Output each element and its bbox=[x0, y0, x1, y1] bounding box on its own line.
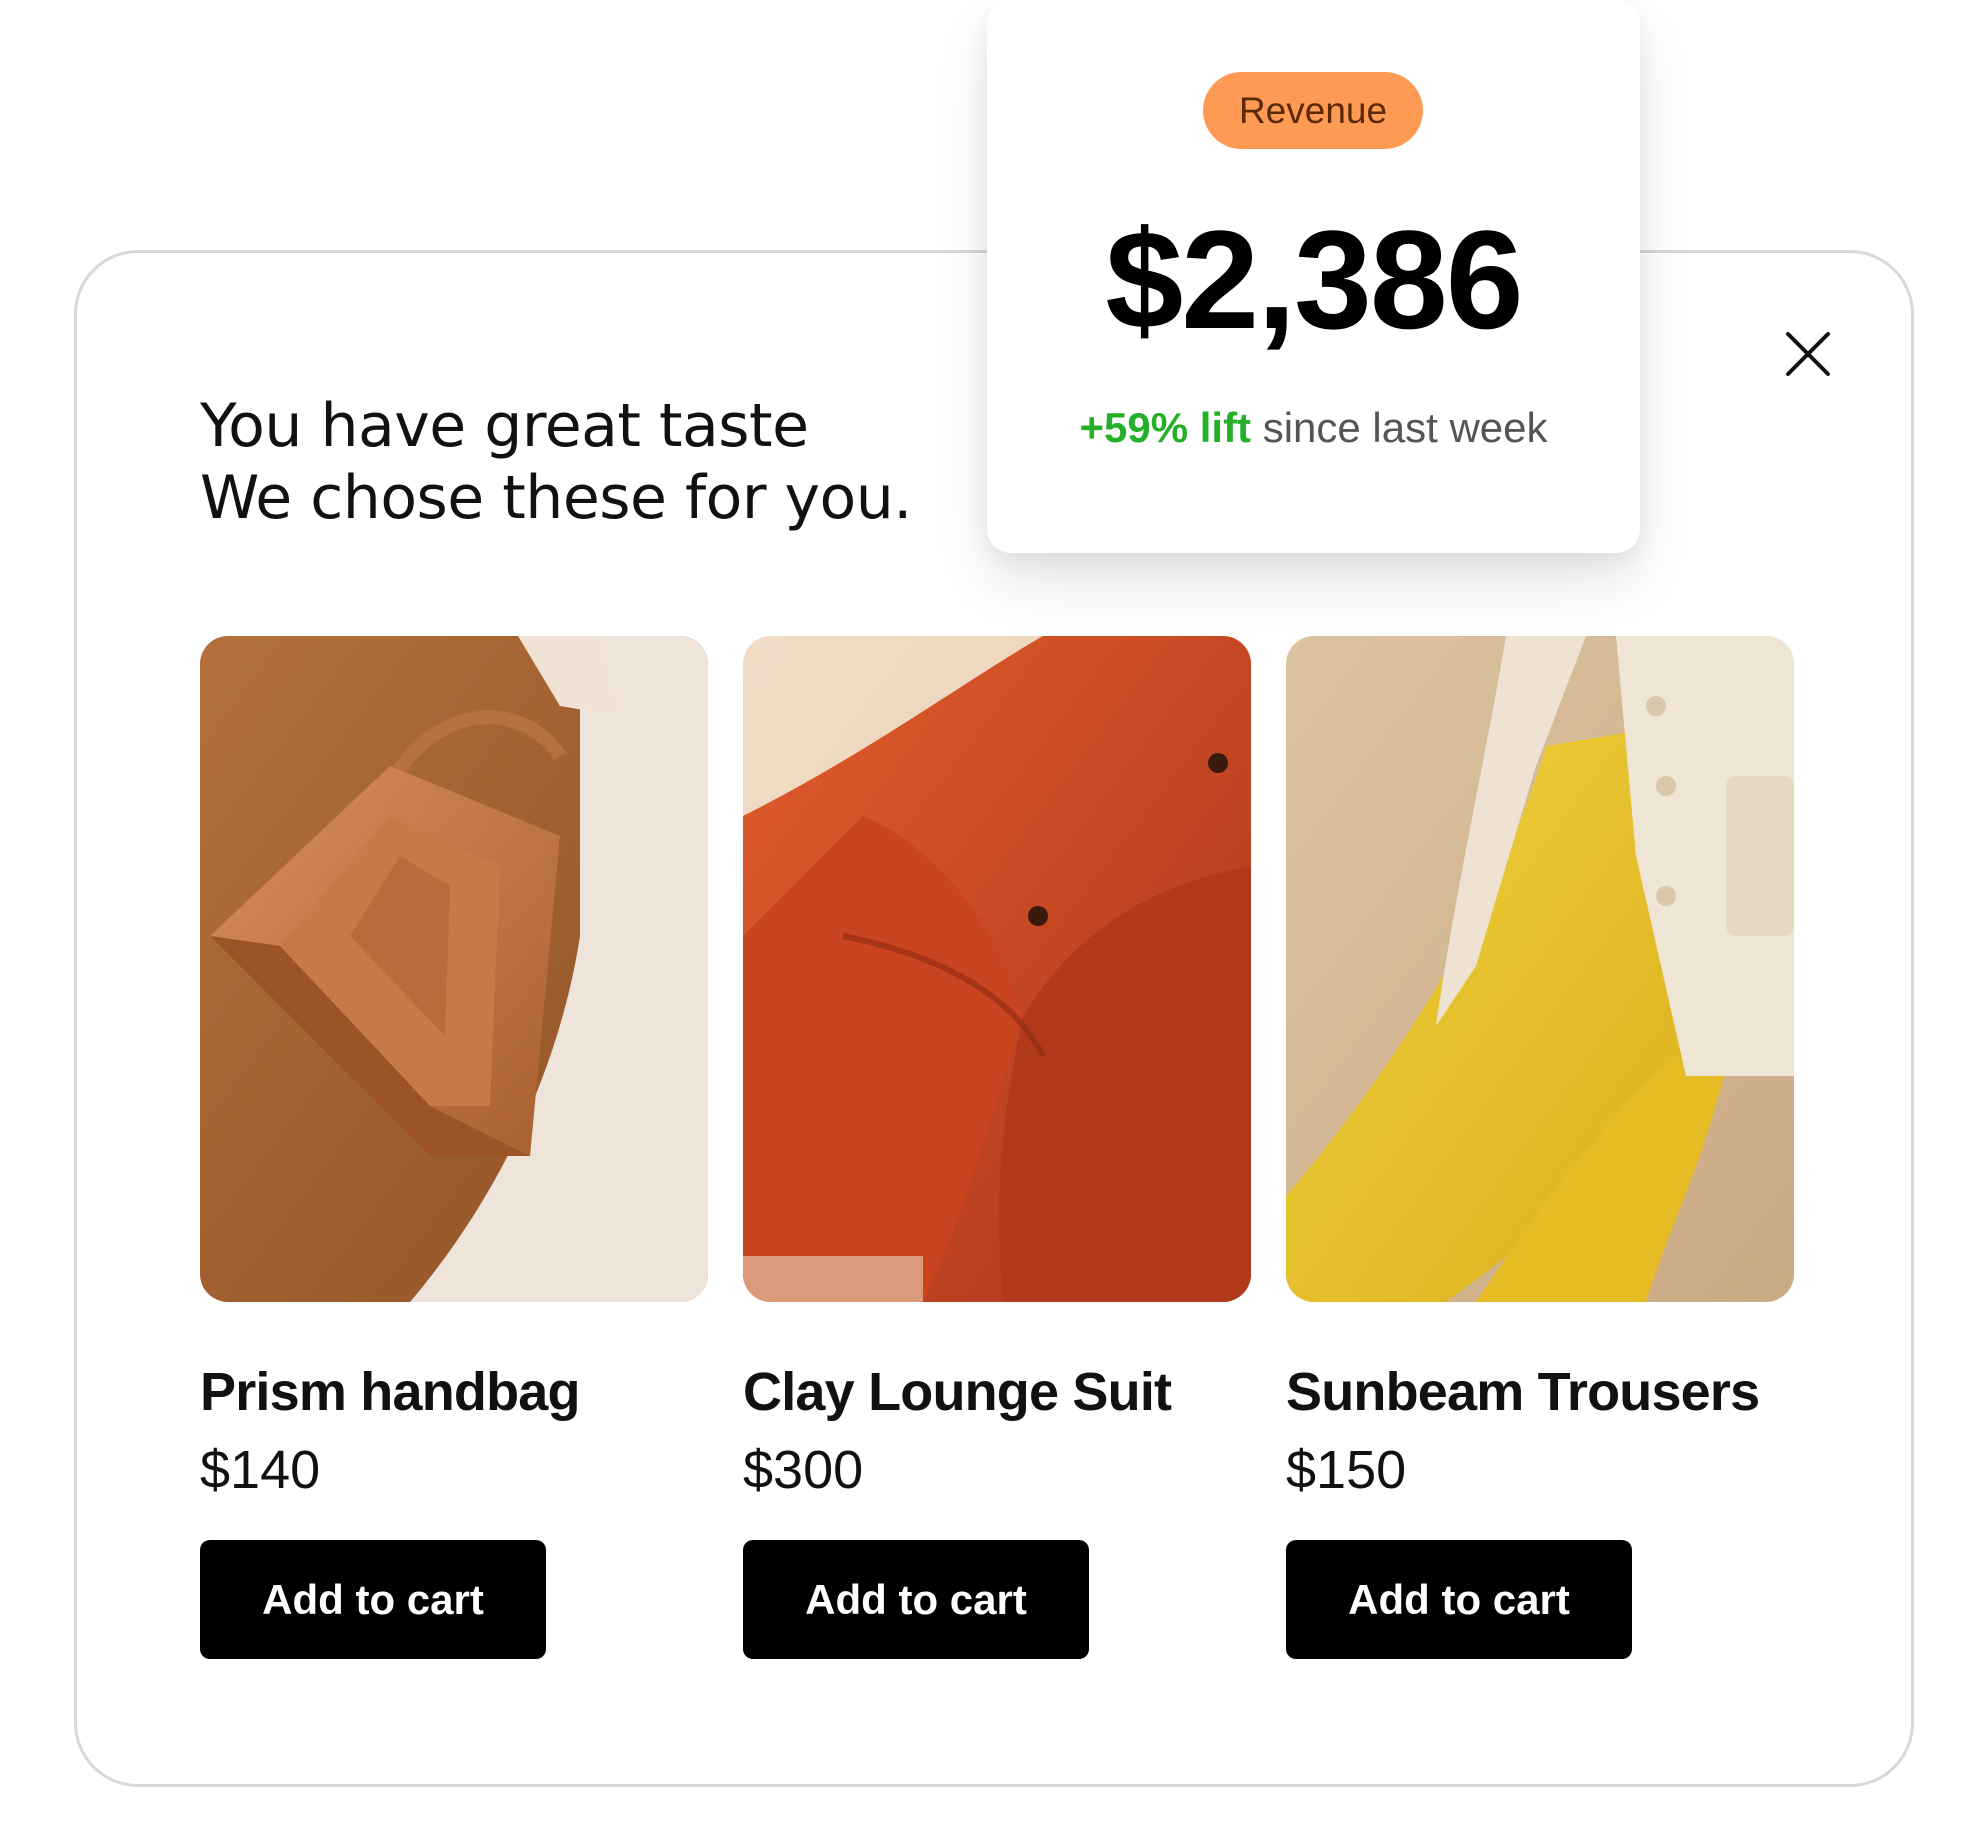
product-image[interactable] bbox=[1286, 636, 1794, 1302]
close-button[interactable] bbox=[1784, 330, 1832, 378]
lift-value: +59% lift bbox=[1079, 404, 1252, 451]
product-card-prism-handbag: Prism handbag $140 Add to cart bbox=[200, 636, 708, 1659]
product-name: Clay Lounge Suit bbox=[743, 1362, 1172, 1422]
revenue-card: Revenue $2,386 +59% lift since last week bbox=[987, 0, 1640, 553]
modal-headline: You have great taste We chose these for … bbox=[200, 390, 912, 534]
revenue-amount: $2,386 bbox=[1105, 201, 1523, 358]
handbag-photo bbox=[200, 636, 708, 1302]
headline-line-2: We chose these for you. bbox=[200, 463, 912, 533]
headline-line-1: You have great taste bbox=[200, 391, 809, 461]
product-name: Prism handbag bbox=[200, 1362, 580, 1422]
product-price: $150 bbox=[1286, 1440, 1407, 1500]
product-price: $140 bbox=[200, 1440, 321, 1500]
product-card-clay-lounge-suit: Clay Lounge Suit $300 Add to cart bbox=[743, 636, 1251, 1659]
product-image[interactable] bbox=[743, 636, 1251, 1302]
revenue-badge: Revenue bbox=[1203, 72, 1423, 149]
lift-suffix: since last week bbox=[1251, 404, 1548, 451]
product-price: $300 bbox=[743, 1440, 864, 1500]
suit-photo bbox=[743, 636, 1251, 1302]
product-name: Sunbeam Trousers bbox=[1286, 1362, 1760, 1422]
revenue-lift-text: +59% lift since last week bbox=[987, 400, 1640, 456]
add-to-cart-button[interactable]: Add to cart bbox=[200, 1540, 546, 1659]
close-icon bbox=[1786, 332, 1830, 376]
add-to-cart-button[interactable]: Add to cart bbox=[743, 1540, 1089, 1659]
trousers-photo bbox=[1286, 636, 1794, 1302]
product-card-sunbeam-trousers: Sunbeam Trousers $150 Add to cart bbox=[1286, 636, 1794, 1659]
add-to-cart-button[interactable]: Add to cart bbox=[1286, 1540, 1632, 1659]
product-image[interactable] bbox=[200, 636, 708, 1302]
